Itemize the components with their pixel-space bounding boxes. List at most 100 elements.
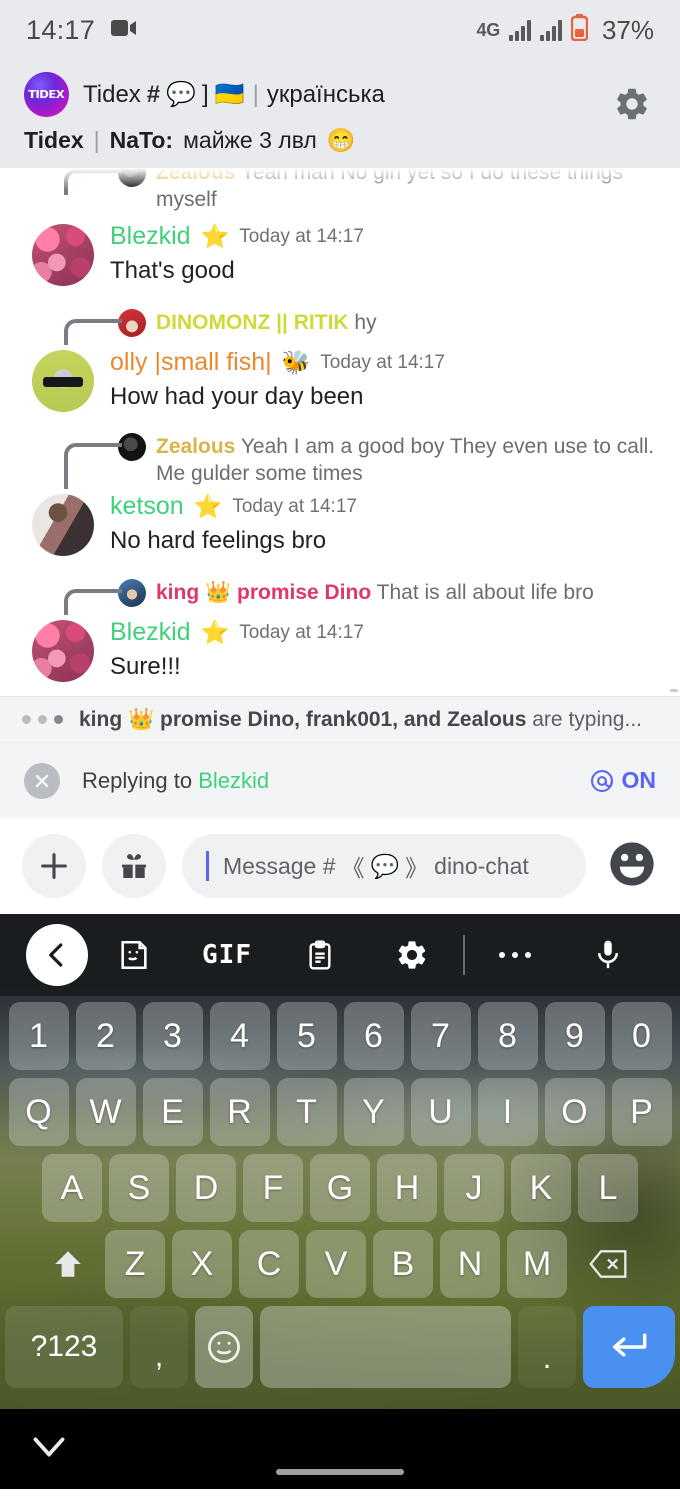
mention-state-label: ON — [621, 767, 657, 793]
sticker-icon[interactable] — [88, 924, 181, 986]
message-input-placeholder: Message # 《 💬 》 dino-chat — [223, 849, 529, 883]
server-avatar[interactable]: TIDEX — [24, 72, 69, 117]
key-m[interactable]: M — [507, 1230, 567, 1298]
message-row: ketson ⭐ Today at 14:17 No hard feelings… — [16, 493, 664, 556]
key-w[interactable]: W — [75, 1078, 136, 1146]
period-key[interactable]: . — [518, 1306, 576, 1388]
reply-reference[interactable]: king 👑 promise Dino That is all about li… — [16, 578, 664, 615]
key-g[interactable]: G — [310, 1154, 370, 1222]
key-9[interactable]: 9 — [544, 1002, 605, 1070]
key-z[interactable]: Z — [105, 1230, 165, 1298]
key-s[interactable]: S — [109, 1154, 169, 1222]
more-options-icon[interactable] — [469, 924, 562, 986]
back-icon[interactable] — [26, 924, 88, 986]
reply-reference[interactable]: Zealous Yeah I am a good boy They even u… — [16, 432, 664, 489]
key-r[interactable]: R — [209, 1078, 270, 1146]
gift-button[interactable] — [102, 834, 166, 898]
message-content: Blezkid ⭐ Today at 14:17 That's good — [110, 223, 664, 286]
message-composer: Message # 《 💬 》 dino-chat — [0, 818, 680, 914]
cancel-reply-button[interactable] — [24, 762, 60, 799]
message-list[interactable]: Zealous Yeah man No girl yet so I do the… — [0, 168, 680, 696]
message-author[interactable]: ketson — [110, 493, 184, 519]
key-t[interactable]: T — [276, 1078, 337, 1146]
key-l[interactable]: L — [578, 1154, 638, 1222]
phone-screen: 14:17 4G 37% TIDEX Tidex # 💬] 🇺🇦 | укра… — [0, 0, 680, 1511]
message-scroll-container: Zealous Yeah man No girl yet so I do the… — [0, 168, 680, 682]
add-attachment-button[interactable] — [22, 834, 86, 898]
clipboard-icon[interactable] — [273, 924, 366, 986]
subheader-emoji: 😁 — [326, 127, 356, 153]
channel-header-row[interactable]: TIDEX Tidex # 💬 ] 🇺🇦 | українська — [24, 72, 656, 117]
key-e[interactable]: E — [142, 1078, 203, 1146]
gif-icon[interactable]: GIF — [181, 924, 274, 986]
message-badge-icon: ⭐ — [200, 618, 230, 645]
key-1[interactable]: 1 — [8, 1002, 69, 1070]
key-2[interactable]: 2 — [75, 1002, 136, 1070]
key-k[interactable]: K — [511, 1154, 571, 1222]
key-6[interactable]: 6 — [343, 1002, 404, 1070]
key-n[interactable]: N — [440, 1230, 500, 1298]
key-a[interactable]: A — [42, 1154, 102, 1222]
gif-label: GIF — [202, 940, 252, 970]
key-u[interactable]: U — [410, 1078, 471, 1146]
mention-toggle[interactable]: ON — [589, 767, 657, 794]
smiley-icon[interactable] — [195, 1306, 253, 1388]
key-i[interactable]: I — [477, 1078, 538, 1146]
key-p[interactable]: P — [611, 1078, 672, 1146]
reply-reference[interactable]: DINOMONZ || RITIK hy — [16, 308, 664, 345]
comma-key[interactable]: , — [130, 1306, 188, 1388]
home-indicator[interactable] — [276, 1469, 404, 1475]
message-avatar[interactable] — [32, 223, 94, 286]
key-7[interactable]: 7 — [410, 1002, 471, 1070]
reply-text: king 👑 promise Dino That is all about li… — [156, 580, 594, 607]
space-key[interactable] — [260, 1306, 511, 1388]
key-j[interactable]: J — [444, 1154, 504, 1222]
reply-reference[interactable]: Zealous Yeah man No girl yet so I do the… — [16, 168, 664, 214]
keyboard-settings-icon[interactable] — [366, 924, 459, 986]
key-x[interactable]: X — [172, 1230, 232, 1298]
key-5[interactable]: 5 — [276, 1002, 337, 1070]
gift-icon — [122, 854, 146, 878]
emoji-picker-button[interactable] — [606, 838, 658, 895]
key-v[interactable]: V — [306, 1230, 366, 1298]
keyboard-row-asdf: A S D F G H J K L — [5, 1154, 675, 1222]
backspace-icon[interactable] — [574, 1230, 642, 1298]
toolbar-divider — [462, 935, 465, 975]
placeholder-emoji: 💬 — [370, 852, 400, 879]
chevron-down-icon[interactable] — [30, 1435, 68, 1464]
key-b[interactable]: B — [373, 1230, 433, 1298]
settings-gear-icon[interactable] — [610, 82, 654, 126]
key-c[interactable]: C — [239, 1230, 299, 1298]
message-author[interactable]: Blezkid — [110, 223, 191, 249]
key-q[interactable]: Q — [8, 1078, 69, 1146]
key-o[interactable]: O — [544, 1078, 605, 1146]
typing-text: king 👑 promise Dino, frank001, and Zealo… — [79, 708, 642, 732]
message-timestamp: Today at 14:17 — [239, 621, 364, 643]
key-8[interactable]: 8 — [477, 1002, 538, 1070]
key-d[interactable]: D — [176, 1154, 236, 1222]
key-y[interactable]: Y — [343, 1078, 404, 1146]
message-input[interactable]: Message # 《 💬 》 dino-chat — [182, 834, 586, 898]
microphone-icon[interactable] — [561, 924, 654, 986]
key-f[interactable]: F — [243, 1154, 303, 1222]
reply-bar: Replying to Blezkid ON — [0, 742, 680, 818]
message-avatar[interactable] — [32, 493, 94, 556]
emoji-face-icon — [610, 841, 654, 886]
message-avatar[interactable] — [32, 619, 94, 682]
message-content: olly |small fish| 🐝 Today at 14:17 How h… — [110, 349, 664, 412]
key-4[interactable]: 4 — [209, 1002, 270, 1070]
typing-indicator: king 👑 promise Dino, frank001, and Zealo… — [0, 696, 680, 742]
key-3[interactable]: 3 — [142, 1002, 203, 1070]
key-0[interactable]: 0 — [611, 1002, 672, 1070]
scrollbar-thumb[interactable] — [670, 689, 678, 692]
message-avatar[interactable] — [32, 349, 94, 412]
channel-title[interactable]: Tidex # 💬 ] 🇺🇦 | українська — [83, 80, 385, 109]
key-h[interactable]: H — [377, 1154, 437, 1222]
enter-arrow-icon[interactable] — [583, 1306, 675, 1388]
shift-arrow-icon[interactable] — [38, 1230, 98, 1298]
server-avatar-label: TIDEX — [28, 88, 65, 101]
message-author[interactable]: olly |small fish| — [110, 349, 272, 375]
message-author[interactable]: Blezkid — [110, 619, 191, 645]
symbols-key[interactable]: ?123 — [5, 1306, 123, 1388]
on-screen-keyboard[interactable]: G I F 1 2 3 4 5 6 7 8 9 0 Q W E R T Y U I … — [0, 914, 680, 1409]
